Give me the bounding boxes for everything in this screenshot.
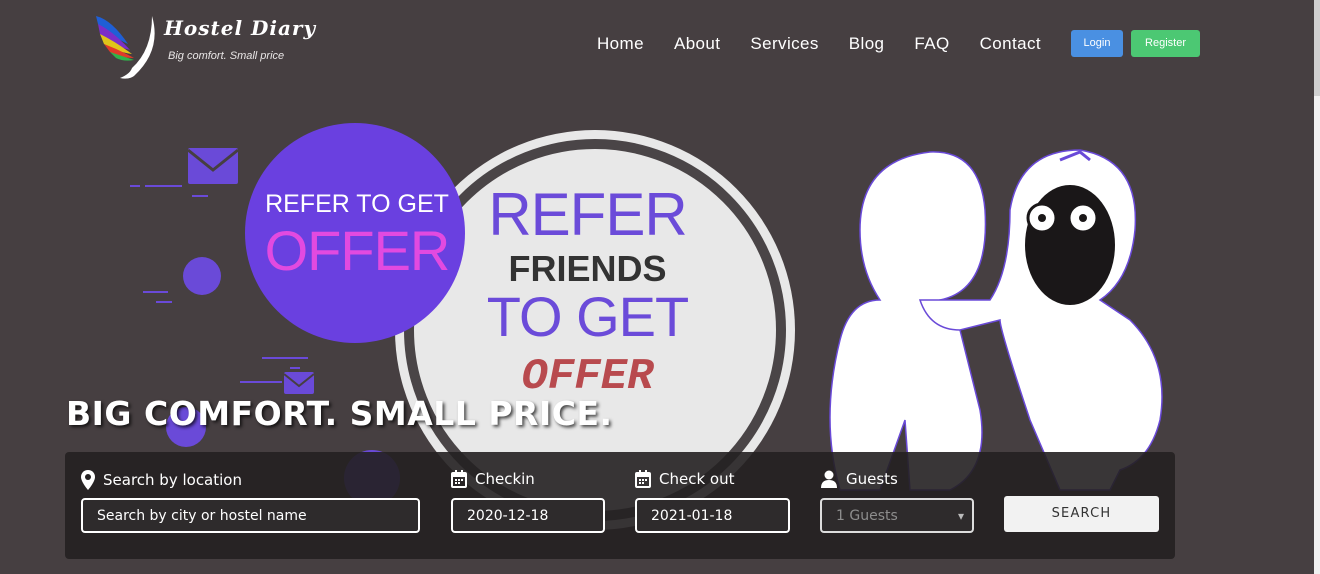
checkout-label: Check out <box>659 470 735 488</box>
envelope-icon <box>187 148 239 184</box>
register-button[interactable]: Register <box>1131 30 1200 57</box>
badge-line-2: OFFER <box>264 219 451 282</box>
hero-headline: BIG COMFORT. SMALL PRICE. <box>66 394 613 433</box>
location-input[interactable]: Search by city or hostel name <box>81 498 420 533</box>
checkin-label-group: Checkin <box>451 470 535 488</box>
guests-select[interactable]: 1 Guests ▾ <box>820 498 974 533</box>
location-label: Search by location <box>103 471 242 489</box>
checkin-input[interactable]: 2020-12-18 <box>451 498 605 533</box>
guests-select-value: 1 Guests <box>836 508 898 524</box>
user-icon <box>821 470 837 488</box>
nav-contact[interactable]: Contact <box>980 34 1041 54</box>
checkin-label: Checkin <box>475 470 535 488</box>
search-button[interactable]: SEARCH <box>1004 496 1159 532</box>
map-pin-icon <box>81 470 95 490</box>
nav-blog[interactable]: Blog <box>849 34 885 54</box>
calendar-icon <box>635 470 651 488</box>
main-nav: Home About Services Blog FAQ Contact <box>597 34 1071 54</box>
circle-line-3: TO GET <box>486 285 689 348</box>
logo-tagline: Big comfort. Small price <box>168 50 285 62</box>
site-header: Hostel Diary Big comfort. Small price Ho… <box>0 0 1314 96</box>
checkout-label-group: Check out <box>635 470 734 488</box>
location-label-group: Search by location <box>81 470 242 490</box>
nav-about[interactable]: About <box>674 34 720 54</box>
nav-home[interactable]: Home <box>597 34 644 54</box>
page-scrollbar[interactable] <box>1314 0 1320 574</box>
circle-line-1: REFER <box>488 181 687 248</box>
calendar-icon <box>451 470 467 488</box>
chevron-down-icon: ▾ <box>957 509 964 523</box>
logo-title: Hostel Diary <box>164 16 317 40</box>
logo[interactable]: Hostel Diary Big comfort. Small price <box>92 10 342 82</box>
nav-services[interactable]: Services <box>750 34 818 54</box>
nav-faq[interactable]: FAQ <box>914 34 949 54</box>
guests-label-group: Guests <box>820 470 898 488</box>
guests-label: Guests <box>846 470 898 488</box>
scrollbar-thumb[interactable] <box>1314 0 1320 96</box>
checkout-input[interactable]: 2021-01-18 <box>635 498 790 533</box>
badge-line-1: REFER TO GET <box>265 190 449 218</box>
search-panel: Search by location Search by city or hos… <box>65 452 1175 559</box>
login-button[interactable]: Login <box>1071 30 1123 57</box>
